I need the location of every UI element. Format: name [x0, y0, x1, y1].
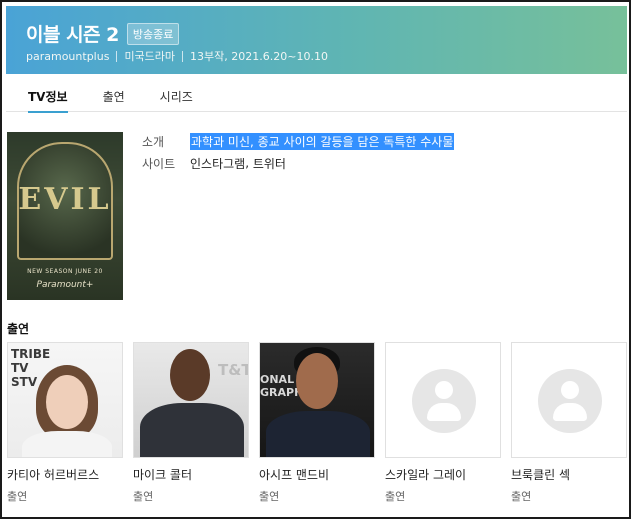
tab-bar: TV정보 출연 시리즈 [6, 74, 627, 113]
genre-label: 미국드라마 [124, 50, 176, 63]
cast-member[interactable]: T&T 마이크 콜터 출연 [133, 342, 249, 504]
status-badge: 방송종료 [126, 22, 180, 45]
torso-shape [22, 431, 112, 457]
site-separator: , [245, 156, 253, 170]
tab-tv-info[interactable]: TV정보 [28, 74, 68, 113]
poster-tagline: NEW SEASON JUNE 20 [27, 268, 103, 275]
cast-photo[interactable]: TRIBE TV STV [7, 342, 123, 458]
show-title[interactable]: 이블 시즌 2 [26, 20, 119, 47]
title-row: 이블 시즌 2 방송종료 [26, 20, 180, 47]
cast-heading: 출연 [7, 322, 30, 336]
face-shape [170, 349, 210, 401]
site-label: 사이트 [142, 156, 176, 171]
cast-name[interactable]: 스카일라 그레이 [385, 466, 501, 483]
cast-member[interactable]: TRIBE TV STV 카티아 허르버르스 출연 [7, 342, 123, 504]
default-avatar-icon [538, 369, 602, 433]
cast-role: 출연 [259, 490, 280, 503]
show-header: 이블 시즌 2 방송종료 paramountplus 미국드라마 13부작, 2… [6, 6, 627, 74]
tab-series[interactable]: 시리즈 [160, 74, 193, 112]
cast-role: 출연 [7, 490, 28, 503]
cast-photo-placeholder[interactable] [385, 342, 501, 458]
cast-photo[interactable]: T&T [133, 342, 249, 458]
synopsis-row: 소개 과학과 미신, 종교 사이의 갈등을 담은 독특한 수사물 [142, 130, 455, 152]
show-meta: paramountplus 미국드라마 13부작, 2021.6.20~10.1… [26, 48, 328, 64]
cast-name[interactable]: 브룩클린 섹 [511, 466, 627, 483]
tab-cast[interactable]: 출연 [103, 74, 125, 112]
page-frame: 이블 시즌 2 방송종료 paramountplus 미국드라마 13부작, 2… [0, 0, 631, 519]
network-label: paramountplus [26, 49, 110, 63]
torso-shape [140, 403, 244, 457]
torso-shape [266, 411, 370, 457]
poster-network-logo: Paramount+ [36, 280, 94, 290]
face-shape [46, 375, 88, 429]
cast-list: TRIBE TV STV 카티아 허르버르스 출연 T&T 마이크 콜터 출연 … [7, 342, 627, 504]
face-shape [296, 353, 338, 409]
avatar-head-shape [561, 381, 579, 399]
cast-role: 출연 [385, 490, 406, 503]
synopsis-text: 과학과 미신, 종교 사이의 갈등을 담은 독특한 수사물 [190, 132, 455, 150]
cast-role: 출연 [511, 490, 532, 503]
cast-name[interactable]: 카티아 허르버르스 [7, 466, 123, 483]
cast-member[interactable]: 스카일라 그레이 출연 [385, 342, 501, 504]
cast-photo-placeholder[interactable] [511, 342, 627, 458]
show-poster[interactable]: EVIL NEW SEASON JUNE 20 Paramount+ [7, 132, 123, 300]
meta-divider [116, 50, 118, 62]
poster-logo: EVIL [18, 182, 112, 217]
cast-role: 출연 [133, 490, 154, 503]
synopsis-label: 소개 [142, 134, 165, 149]
instagram-link[interactable]: 인스타그램 [190, 155, 245, 172]
default-avatar-icon [412, 369, 476, 433]
episodes-dates: 13부작, 2021.6.20~10.10 [190, 50, 328, 63]
cast-name[interactable]: 아시프 맨드비 [259, 466, 375, 483]
meta-divider [182, 50, 184, 62]
info-panel: 소개 과학과 미신, 종교 사이의 갈등을 담은 독특한 수사물 사이트 인스타… [142, 130, 455, 174]
site-row: 사이트 인스타그램 , 트위터 [142, 152, 454, 174]
twitter-link[interactable]: 트위터 [253, 155, 286, 172]
cast-member[interactable]: ONAL GRAPHIC 아시프 맨드비 출연 [259, 342, 375, 504]
cast-name[interactable]: 마이크 콜터 [133, 466, 249, 483]
cast-photo[interactable]: ONAL GRAPHIC [259, 342, 375, 458]
avatar-body-shape [553, 403, 587, 421]
cast-member[interactable]: 브룩클린 섹 출연 [511, 342, 627, 504]
avatar-head-shape [435, 381, 453, 399]
avatar-body-shape [427, 403, 461, 421]
photo-backdrop-text: T&T [218, 361, 249, 379]
